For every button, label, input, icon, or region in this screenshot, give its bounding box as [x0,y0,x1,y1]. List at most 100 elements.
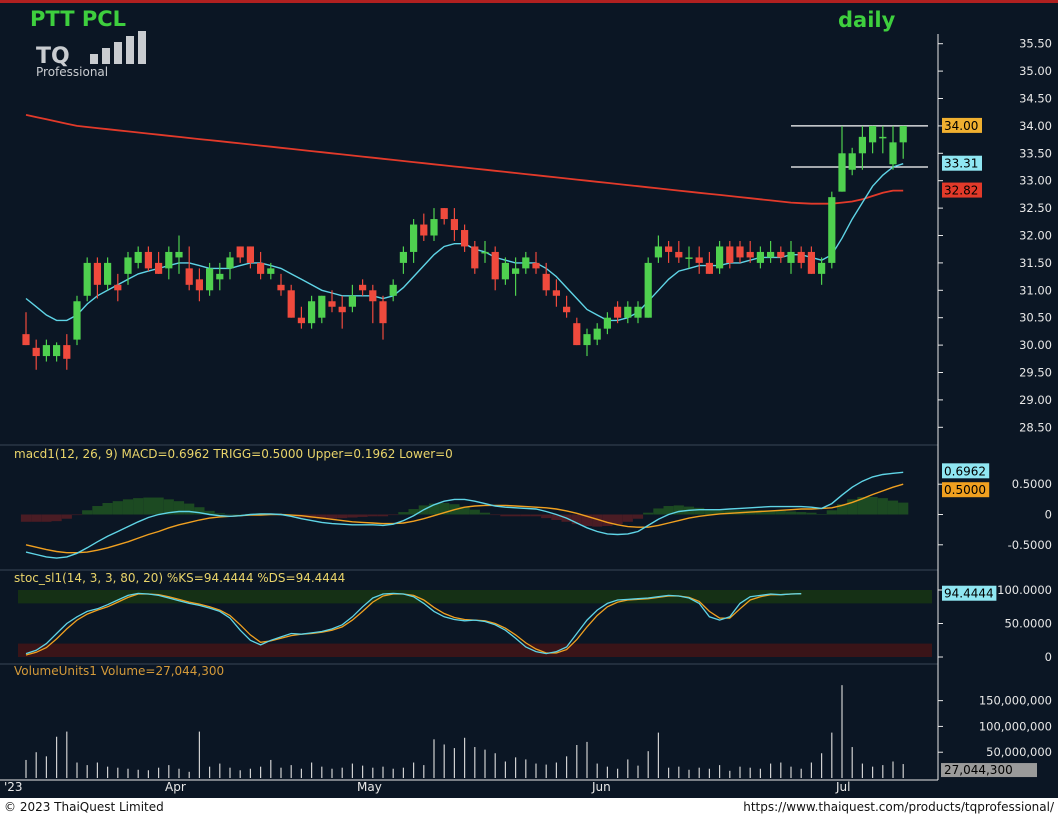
macd-histogram-bar [347,514,358,518]
y-tick-label: 32.00 [1019,229,1052,243]
candle-body [838,153,846,192]
stoch-tag-value: 94.4444 [944,587,994,601]
candle-body [726,246,734,263]
y-tick-label: 31.50 [1019,256,1052,270]
candle-body [705,262,713,274]
candle-body [32,347,40,357]
candle-body [114,284,122,291]
price-tag-ma-fast: 33.31 [944,157,978,171]
macd-histogram-bar [82,510,93,515]
candle-body [144,251,152,269]
logo-subtitle: Professional [36,65,108,79]
candle-body [767,251,775,258]
candle-body [481,251,489,254]
candle-body [512,268,520,274]
macd-histogram-bar [31,514,42,522]
macd-histogram-bar [214,513,225,515]
candle-body [828,197,836,263]
y-tick-label: 50,000,000 [986,745,1052,759]
macd-histogram-bar [184,503,195,515]
y-tick-label: 30.00 [1019,338,1052,352]
candle-body [328,301,336,307]
y-tick-label: 0 [1045,650,1052,664]
macd-histogram-bar [61,514,72,519]
macd-histogram-bar [530,514,542,517]
candle-body [379,301,387,324]
candle-body [654,246,662,258]
period-label: daily [838,8,896,32]
candle-body [165,251,173,269]
macd-histogram-bar [602,514,613,527]
volume-tag: 27,044,300 [944,763,1013,777]
candle-body [257,262,265,274]
candle-body [807,251,815,274]
candle-body [359,284,367,291]
macd-panel-label: macd1(12, 26, 9) MACD=0.6962 TRIGG=0.500… [14,447,453,461]
macd-histogram-bar [887,500,899,515]
candle-body [603,317,611,329]
stock-chart: PTT PCL daily TQ Professional 35.5035.00… [0,0,1058,814]
candle-body [175,251,183,258]
candle-body [206,268,214,291]
macd-histogram-bar [20,514,32,522]
candle-body [104,262,112,285]
macd-histogram-bar [500,514,511,517]
candle-body [624,306,632,318]
logo-bar-1 [90,54,98,64]
macd-histogram-bar [51,514,62,522]
macd-histogram-bar [71,514,83,516]
x-tick-label: Jun [591,780,611,794]
y-tick-label: 0.5000 [1012,477,1052,491]
candle-body [236,246,244,258]
candle-body [430,219,438,236]
macd-histogram-bar [785,511,797,515]
macd-histogram-bar [541,514,552,519]
y-tick-label: 28.50 [1019,420,1052,434]
website-link[interactable]: https://www.thaiquest.com/products/tqpro… [743,800,1055,814]
candle-body [246,246,254,263]
candle-body [614,306,622,318]
y-tick-label: 35.00 [1019,64,1052,78]
macd-histogram-bar [326,514,338,519]
macd-histogram-bar [133,498,144,515]
macd-histogram-bar [775,510,786,515]
copyright-text: © 2023 ThaiQuest Limited [4,800,164,814]
candle-body [746,251,754,258]
y-tick-label: 31.00 [1019,283,1052,297]
symbol-title: PTT PCL [30,7,126,31]
candle-body [583,334,591,346]
macd-histogram-bar [490,514,501,516]
y-tick-label: 0 [1045,508,1052,522]
macd-histogram-bar [122,499,134,515]
candle-body [563,306,571,313]
candle-body [542,273,550,291]
candle-body [593,328,601,340]
candle-body [297,317,305,324]
macd-histogram-bar [479,512,491,515]
x-tick-label: Apr [165,780,186,794]
candle-body [287,290,295,318]
candle-body [155,262,163,274]
macd-histogram-bar [153,497,164,515]
candle-body [879,136,887,139]
y-tick-label: 100.0000 [997,583,1052,597]
candle-body [818,262,826,274]
candle-body [899,125,907,143]
volume-panel-label: VolumeUnits1 Volume=27,044,300 [14,664,224,678]
candle-body [858,136,866,154]
macd-histogram-bar [632,514,644,519]
candle-body [277,284,285,291]
x-tick-label: May [357,780,382,794]
y-tick-label: 32.50 [1019,201,1052,215]
y-tick-label: 29.50 [1019,366,1052,380]
macd-histogram-bar [398,512,409,515]
candle-body [42,345,50,357]
macd-tag-trigger: 0.5000 [944,483,986,497]
macd-histogram-bar [112,501,123,515]
candle-body [318,295,326,318]
candle-body [573,323,581,346]
chart-background [0,0,1058,800]
macd-histogram-bar [877,498,888,515]
macd-histogram-bar [41,514,52,522]
candle-body [216,273,224,280]
